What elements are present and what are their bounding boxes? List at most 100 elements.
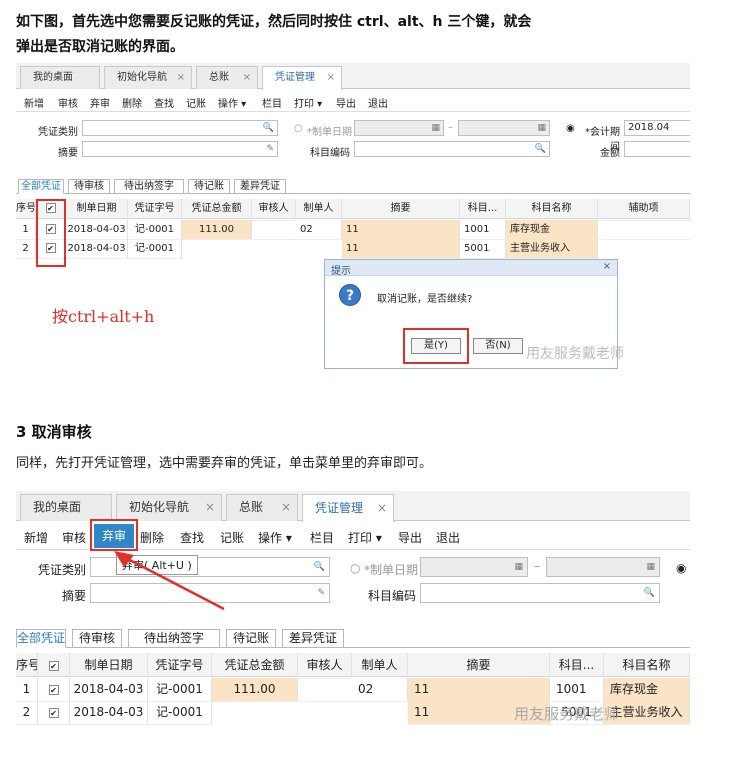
calendar-icon[interactable]: ▦: [537, 123, 546, 133]
shortcut-note: 按ctrl+alt+h: [52, 307, 155, 326]
cell-date: 2018-04-03: [66, 239, 128, 259]
section-text: 同样，先打开凭证管理，选中需要弃审的凭证，单击菜单里的弃审即可。: [16, 456, 433, 471]
period-value: 2018.04: [628, 122, 670, 133]
delete-button[interactable]: 删除: [122, 95, 142, 110]
col-seq: 序号: [16, 199, 36, 219]
tab-desktop[interactable]: 我的桌面: [20, 66, 100, 89]
created-date-label: *制单日期: [307, 127, 352, 138]
question-icon: ?: [339, 284, 361, 306]
period-field[interactable]: 2018.04: [624, 120, 690, 136]
table-row[interactable]: 2 ✔ 2018-04-03 记-0001 11 5001 主营业务收入: [16, 239, 690, 259]
col-date: 制单日期: [66, 199, 128, 219]
cell-creator: 02: [296, 220, 342, 240]
cell-reviewer: [252, 239, 296, 240]
close-icon[interactable]: ×: [243, 67, 251, 88]
cell-creator: [296, 239, 342, 240]
filter-tab-pending-sign[interactable]: 待出纳签字: [114, 179, 184, 194]
columns-button[interactable]: 栏目: [262, 95, 282, 110]
new-button[interactable]: 新增: [24, 95, 44, 110]
calendar-icon[interactable]: ▦: [431, 123, 440, 133]
abandon-review-button[interactable]: 弃审: [90, 95, 110, 110]
col-total: 凭证总金额: [182, 199, 252, 219]
checkbox-highlight: [36, 199, 66, 267]
find-button[interactable]: 查找: [154, 95, 174, 110]
amount-label: 金额: [600, 148, 620, 159]
edit-icon[interactable]: ✎: [266, 144, 274, 154]
col-creator: 制单人: [296, 199, 342, 219]
amount-field[interactable]: [624, 141, 690, 157]
yes-button-highlight: [403, 328, 469, 364]
screenshot-unpost: 我的桌面 初始化导航 × 总账 × 凭证管理 × 新增 审核 弃审 删除 查找 记账 …: [16, 63, 690, 373]
col-voucher-no: 凭证字号: [128, 199, 182, 219]
cell-seq: 2: [16, 239, 36, 259]
col-account: 科目...: [460, 199, 506, 219]
cell-total: [182, 239, 252, 240]
post-button[interactable]: 记账: [186, 95, 206, 110]
operate-menu[interactable]: 操作 ▾: [218, 95, 246, 110]
voucher-type-label: 凭证类别: [38, 127, 78, 138]
cell-account: 1001: [460, 220, 506, 240]
tab-label: 初始化导航: [117, 72, 167, 83]
cell-summary: 11: [342, 239, 460, 259]
print-menu[interactable]: 打印 ▾: [294, 95, 322, 110]
review-button[interactable]: 审核: [58, 95, 78, 110]
section-heading: 3 取消审核: [16, 423, 92, 441]
close-icon[interactable]: ×: [603, 261, 611, 272]
tab-bar: 我的桌面 初始化导航 × 总账 × 凭证管理 ×: [16, 63, 690, 90]
summary-field[interactable]: ✎: [82, 141, 278, 157]
dialog-message: 取消记账，是否继续?: [377, 294, 473, 305]
date-to-field[interactable]: ▦: [458, 120, 550, 136]
intro-line-2: 弹出是否取消记账的界面。: [16, 39, 184, 55]
summary-label: 摘要: [58, 148, 78, 159]
range-dash: –: [448, 122, 453, 133]
dialog-title: 提示: [331, 266, 351, 277]
cell-aux: [598, 220, 690, 221]
col-reviewer: 审核人: [252, 199, 296, 219]
col-account-name: 科目名称: [506, 199, 598, 219]
cell-seq: 1: [16, 220, 36, 240]
tab-init-nav[interactable]: 初始化导航 ×: [104, 66, 192, 89]
voucher-type-field[interactable]: 🔍: [82, 120, 278, 136]
search-icon[interactable]: 🔍: [535, 144, 546, 154]
toolbar: 新增 审核 弃审 删除 查找 记账 操作 ▾ 栏目 打印 ▾ 导出 退出: [16, 90, 690, 112]
tab-voucher-mgmt[interactable]: 凭证管理 ×: [262, 66, 342, 90]
tab-ledger[interactable]: 总账 ×: [196, 66, 258, 89]
tab-label: 凭证管理: [275, 72, 315, 83]
filter-tab-diff[interactable]: 差异凭证: [234, 179, 286, 194]
tab-label: 我的桌面: [33, 72, 73, 83]
period-radio[interactable]: ◉: [566, 123, 575, 134]
watermark: 用友服务戴老师: [526, 346, 624, 362]
grid-header: 序号 ✔ 制单日期 凭证字号 凭证总金额 审核人 制单人 摘要 科目... 科目…: [16, 199, 690, 219]
date-radio[interactable]: ○: [294, 123, 303, 134]
cell-reviewer: [252, 220, 296, 221]
cell-account-name: 库存现金: [506, 220, 598, 240]
col-summary: 摘要: [342, 199, 460, 219]
account-code-label: 科目编码: [310, 148, 350, 159]
search-icon[interactable]: 🔍: [263, 123, 274, 133]
export-button[interactable]: 导出: [336, 95, 356, 110]
filter-tab-all[interactable]: 全部凭证: [18, 179, 64, 194]
watermark: 用友服务戴老师: [514, 705, 620, 723]
cell-account: 5001: [460, 239, 506, 259]
cell-voucher-no: 记-0001: [128, 239, 182, 259]
cell-voucher-no: 记-0001: [128, 220, 182, 240]
account-code-field[interactable]: 🔍: [354, 141, 550, 157]
col-aux: 辅助项: [598, 199, 690, 219]
red-arrow-icon: [114, 551, 225, 611]
filter-tab-pending-review[interactable]: 待审核: [68, 179, 110, 194]
filter-tab-pending-post[interactable]: 待记账: [188, 179, 230, 194]
close-icon[interactable]: ×: [327, 67, 335, 89]
screenshot-abandon-review: 我的桌面 初始化导航 × 总账 × 凭证管理 × 新增 审核 弃审 删除 查找 记账 …: [16, 491, 690, 727]
cell-account-name: 主营业务收入: [506, 239, 598, 259]
cell-date: 2018-04-03: [66, 220, 128, 240]
exit-button[interactable]: 退出: [368, 95, 388, 110]
cell-total: 111.00: [182, 220, 252, 240]
date-from-field[interactable]: ▦: [354, 120, 444, 136]
cell-summary: 11: [342, 220, 460, 240]
table-row[interactable]: 1 ✔ 2018-04-03 记-0001 111.00 02 11 1001 …: [16, 220, 690, 240]
no-button[interactable]: 否(N): [473, 338, 523, 354]
intro-line-1: 如下图，首先选中您需要反记账的凭证，然后同时按住 ctrl、alt、h 三个键，…: [16, 14, 532, 30]
cell-aux: [598, 239, 690, 240]
close-icon[interactable]: ×: [177, 67, 185, 88]
tab-label: 总账: [209, 72, 229, 83]
